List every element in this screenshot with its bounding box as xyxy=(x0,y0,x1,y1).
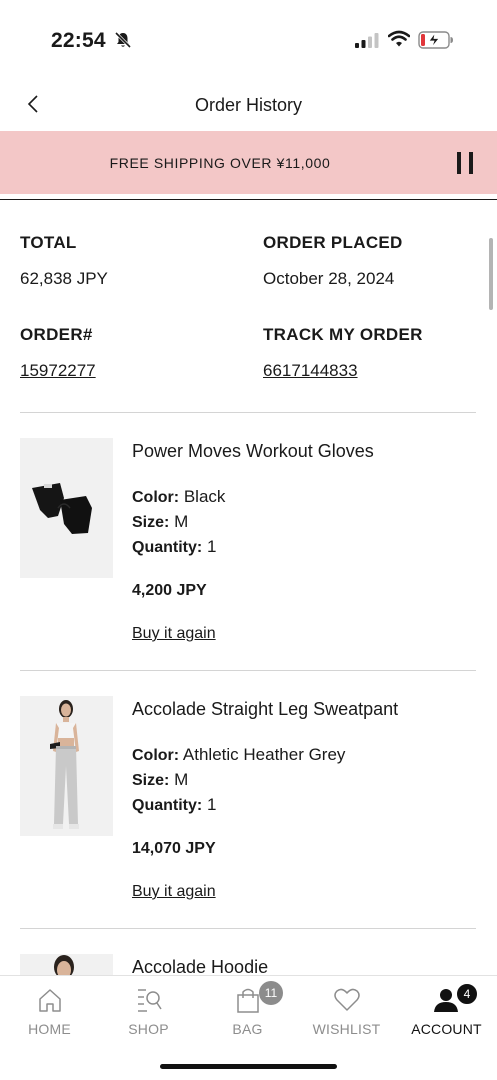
quantity-value: 1 xyxy=(206,537,217,556)
divider xyxy=(20,670,476,671)
promo-banner[interactable]: FREE SHIPPING OVER ¥11,000 xyxy=(0,131,497,194)
color-label: Color: xyxy=(132,489,180,506)
home-indicator xyxy=(160,1064,337,1069)
wifi-icon xyxy=(388,30,410,47)
item-quantity: Quantity: 1 xyxy=(132,795,216,815)
shop-search-icon xyxy=(138,989,162,1012)
account-notification-badge: 4 xyxy=(455,982,479,1006)
scrollbar[interactable] xyxy=(489,238,493,310)
tab-shop[interactable]: SHOP xyxy=(99,976,198,1046)
bell-off-icon xyxy=(114,31,132,49)
item-quantity: Quantity: 1 xyxy=(132,537,216,557)
quantity-value: 1 xyxy=(206,795,217,814)
total-value: 62,838 JPY xyxy=(20,269,108,288)
color-value: Black xyxy=(183,487,226,506)
divider xyxy=(20,412,476,413)
bottom-tab-bar: HOME SHOP 11 BAG WISHLIST 4 ACCOUNT xyxy=(0,975,497,1080)
size-value: M xyxy=(174,770,189,789)
tab-wishlist[interactable]: WISHLIST xyxy=(297,976,396,1046)
tab-label: ACCOUNT xyxy=(411,1021,482,1037)
tab-account[interactable]: 4 ACCOUNT xyxy=(396,976,497,1046)
quantity-label: Quantity: xyxy=(132,797,203,814)
item-name[interactable]: Power Moves Workout Gloves xyxy=(132,441,374,462)
gloves-icon xyxy=(32,483,92,534)
item-name[interactable]: Accolade Straight Leg Sweatpant xyxy=(132,699,398,720)
item-size: Size: M xyxy=(132,770,188,790)
size-label: Size: xyxy=(132,772,170,789)
heart-icon xyxy=(334,988,360,1011)
tab-bag[interactable]: 11 BAG xyxy=(198,976,297,1046)
status-time: 22:54 xyxy=(51,29,106,52)
color-label: Color: xyxy=(132,747,180,764)
quantity-label: Quantity: xyxy=(132,539,203,556)
item-price: 14,070 JPY xyxy=(132,840,216,857)
item-color: Color: Athletic Heather Grey xyxy=(132,745,345,765)
product-image-sweatpant[interactable] xyxy=(20,696,113,836)
product-image-gloves[interactable] xyxy=(20,438,113,578)
divider xyxy=(0,199,497,200)
item-size: Size: M xyxy=(132,512,188,532)
order-number-link[interactable]: 15972277 xyxy=(20,361,96,381)
promo-text: FREE SHIPPING OVER ¥11,000 xyxy=(109,155,331,171)
order-placed-value: October 28, 2024 xyxy=(263,269,395,288)
bag-count-badge: 11 xyxy=(259,981,283,1005)
nav-header: Order History xyxy=(0,78,497,132)
tracking-number-link[interactable]: 6617144833 xyxy=(263,361,358,381)
buy-again-link[interactable]: Buy it again xyxy=(132,625,216,643)
total-label: TOTAL xyxy=(20,233,77,252)
tab-home[interactable]: HOME xyxy=(0,976,99,1046)
home-icon xyxy=(39,989,61,1012)
item-color: Color: Black xyxy=(132,487,225,507)
order-placed-label: ORDER PLACED xyxy=(263,233,403,252)
buy-again-link[interactable]: Buy it again xyxy=(132,883,216,901)
size-label: Size: xyxy=(132,514,170,531)
track-order-label: TRACK MY ORDER xyxy=(263,325,423,344)
tab-label: HOME xyxy=(28,1021,71,1037)
tab-label: SHOP xyxy=(128,1021,169,1037)
tab-label: BAG xyxy=(232,1021,263,1037)
status-bar: 22:54 xyxy=(0,0,497,78)
color-value: Athletic Heather Grey xyxy=(182,745,346,764)
page-title: Order History xyxy=(194,95,302,115)
tab-label: WISHLIST xyxy=(312,1021,381,1037)
battery-charging-icon xyxy=(418,31,453,49)
item-price: 4,200 JPY xyxy=(132,582,207,599)
pause-icon[interactable] xyxy=(455,152,475,174)
size-value: M xyxy=(174,512,189,531)
order-number-label: ORDER# xyxy=(20,325,93,344)
bag-icon xyxy=(237,988,259,1013)
divider xyxy=(20,928,476,929)
model-figure-icon xyxy=(50,700,79,829)
cellular-signal-icon xyxy=(355,33,379,48)
